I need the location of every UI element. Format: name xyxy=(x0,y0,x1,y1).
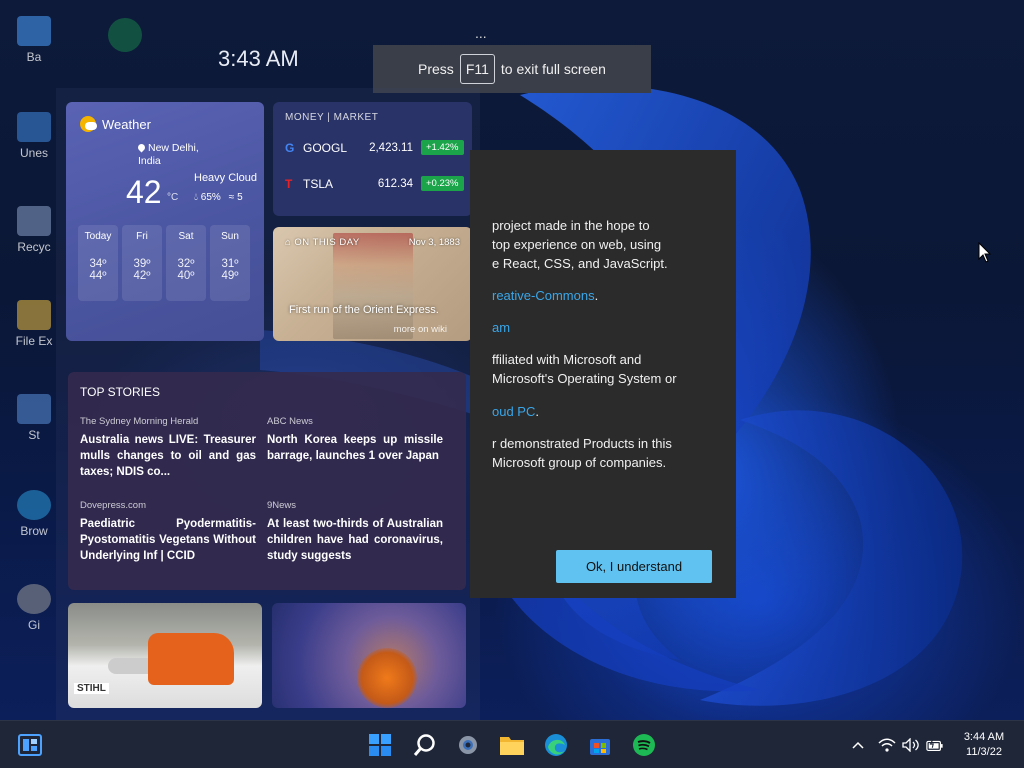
more-on-wiki-link[interactable]: more on wiki xyxy=(394,324,447,335)
weather-meta: 💧︎ 65% ≈ 5 xyxy=(194,192,243,203)
file-explorer-icon[interactable] xyxy=(496,729,528,761)
weather-condition: Heavy Cloud xyxy=(194,172,257,184)
on-this-day-caption: First run of the Orient Express. xyxy=(289,304,439,316)
settings-icon[interactable] xyxy=(452,729,484,761)
taskbar: 3:44 AM 11/3/22 xyxy=(0,720,1024,768)
news-story[interactable]: 9News At least two-thirds of Australian … xyxy=(267,500,443,564)
f11-key: F11 xyxy=(459,54,495,84)
forecast: Today 34º 44º Fri 39º 42º Sat 32º 40º Sun 31º 49… xyxy=(78,225,250,301)
desktop-icon-file-explorer[interactable]: File Ex xyxy=(4,300,64,348)
mouse-cursor-icon xyxy=(978,242,992,263)
stock-change-badge: +0.23% xyxy=(421,176,464,191)
story-source: Dovepress.com xyxy=(80,500,146,511)
fullscreen-tip: Press F11 to exit full screen xyxy=(373,45,651,93)
edge-icon[interactable] xyxy=(540,729,572,761)
desktop-icon[interactable]: Unes xyxy=(4,112,64,160)
stock-row-tsla[interactable]: T TSLA 612.34 +0.23% xyxy=(285,176,464,191)
story-source: 9News xyxy=(267,500,297,511)
stihl-logo: STIHL xyxy=(74,683,109,694)
cloud-pc-link[interactable]: oud PC xyxy=(492,404,535,419)
location-pin-icon xyxy=(136,142,147,153)
on-this-day-widget[interactable]: ⌂ ON THIS DAY Nov 3, 1883 First run of t… xyxy=(273,227,472,341)
story-headline: North Korea keeps up missile barrage, la… xyxy=(267,434,443,462)
battery-icon[interactable] xyxy=(926,736,944,754)
top-stories-header: TOP STORIES xyxy=(80,385,161,399)
temperature-unit: °C xyxy=(167,192,179,203)
desktop-icon[interactable]: Ba xyxy=(4,16,64,64)
news-story[interactable]: Dovepress.com Paediatric Pyodermatitis-P… xyxy=(80,500,256,564)
weather-title: Weather xyxy=(80,116,151,132)
on-this-day-label: ⌂ ON THIS DAY xyxy=(285,237,360,248)
coral-image-tile[interactable] xyxy=(272,603,466,708)
spotify-desktop-icon xyxy=(108,18,142,52)
desktop-icon-github[interactable]: Gi xyxy=(4,584,64,632)
story-source: ABC News xyxy=(267,416,313,427)
money-widget[interactable]: MONEY | MARKET G GOOGL 2,423.11 +1.42% T… xyxy=(273,102,472,216)
weather-location: New Delhi, India xyxy=(136,142,199,167)
wifi-icon[interactable] xyxy=(878,736,896,754)
desktop-icon-recycle-bin[interactable]: Recyc xyxy=(4,206,64,254)
search-icon[interactable] xyxy=(409,729,441,761)
spotify-icon[interactable] xyxy=(628,729,660,761)
store-icon[interactable] xyxy=(584,729,616,761)
start-icon[interactable] xyxy=(364,729,396,761)
clock-time: 3:44 AM xyxy=(963,731,1005,743)
desktop-icon[interactable]: St xyxy=(4,394,64,442)
dialog-link[interactable]: am xyxy=(492,320,510,335)
news-story[interactable]: ABC News North Korea keeps up missile ba… xyxy=(267,416,443,464)
dialog-body: project made in the hope to top experien… xyxy=(492,218,677,470)
story-source: The Sydney Morning Herald xyxy=(80,416,199,427)
weather-temperature: 42 xyxy=(126,174,162,210)
top-stories-widget: TOP STORIES The Sydney Morning Herald Au… xyxy=(68,372,466,590)
humidity-value: 65% xyxy=(200,192,221,203)
story-headline: Australia news LIVE: Treasurer mulls cha… xyxy=(80,434,256,478)
wind-value: 5 xyxy=(237,192,243,203)
chevron-up-icon[interactable] xyxy=(849,736,867,754)
stock-change-badge: +1.42% xyxy=(421,140,464,155)
partly-cloudy-icon xyxy=(80,116,97,132)
google-logo-icon: G xyxy=(285,140,295,155)
stock-row-googl[interactable]: G GOOGL 2,423.11 +1.42% xyxy=(285,140,464,155)
chainsaw-image-tile[interactable]: STIHL xyxy=(68,603,262,708)
ok-i-understand-button[interactable]: Ok, I understand xyxy=(556,550,712,583)
desktop-clock: 3:43 AM xyxy=(218,46,299,71)
wind-icon: ≈ xyxy=(228,192,235,203)
volume-icon[interactable] xyxy=(902,736,920,754)
news-story[interactable]: The Sydney Morning Herald Australia news… xyxy=(80,416,256,480)
taskbar-clock[interactable]: 3:44 AM 11/3/22 xyxy=(946,730,1022,760)
museum-icon: ⌂ xyxy=(285,237,292,248)
story-headline: Paediatric Pyodermatitis-Pyostomatitis V… xyxy=(80,518,256,562)
forecast-day[interactable]: Sat 32º 40º xyxy=(166,225,206,301)
on-this-day-date: Nov 3, 1883 xyxy=(408,237,460,248)
clock-date: 11/3/22 xyxy=(966,746,1002,758)
widgets-icon[interactable] xyxy=(14,729,46,761)
forecast-day[interactable]: Today 34º 44º xyxy=(78,225,118,301)
forecast-day[interactable]: Fri 39º 42º xyxy=(122,225,162,301)
money-header: MONEY | MARKET xyxy=(285,112,379,123)
story-headline: At least two-thirds of Australian childr… xyxy=(267,518,443,562)
weather-widget[interactable]: Weather New Delhi, India 42 °C Heavy Clo… xyxy=(66,102,264,341)
tesla-logo-icon: T xyxy=(285,176,293,191)
about-dialog: project made in the hope to top experien… xyxy=(470,150,736,598)
fullscreen-dots: ... xyxy=(475,25,487,41)
humidity-icon: 💧︎ xyxy=(194,192,198,203)
desktop-icon-browser[interactable]: Brow xyxy=(4,490,64,538)
forecast-day[interactable]: Sun 31º 49º xyxy=(210,225,250,301)
creative-commons-link[interactable]: reative-Commons xyxy=(492,288,595,303)
